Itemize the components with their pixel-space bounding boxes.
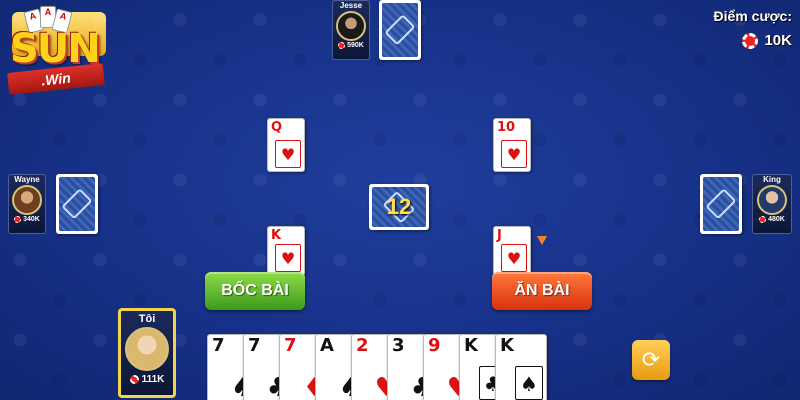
chip-icon [759,216,767,223]
table-card-top-left[interactable]: Q ♥ [267,118,305,172]
card-rank: 3 [392,335,405,356]
eat-card-button[interactable]: ĂN BÀI [492,272,592,310]
table-card-bottom-left[interactable]: K ♥ [267,226,305,276]
hand-card[interactable]: K ♠ [495,334,547,400]
player-money: 480K [768,216,785,223]
player-name: King [763,175,781,184]
avatar [757,185,787,215]
player-money: 590K [347,42,364,49]
bet-panel: Điểm cược: 10K [714,8,792,49]
card-suit: ♠ [515,366,543,400]
avatar [125,327,169,371]
avatar [12,185,42,215]
chip-icon [742,32,759,49]
player-name: Jesse [339,1,363,10]
avatar [336,11,366,41]
table-card-top-right[interactable]: 10 ♥ [493,118,531,172]
deck-count: 12 [386,194,412,219]
draw-card-button[interactable]: BỐC BÀI [205,272,305,310]
card-rank: A [320,335,334,356]
table-card-bottom-right[interactable]: J ♥ [493,226,531,276]
bet-amount: 10K [764,32,792,49]
card-rank: 2 [356,335,369,356]
player-name: Tôi [138,313,156,325]
card-suit: ♥ [275,244,301,272]
player-money: 340K [23,216,40,223]
card-rank: J [497,228,502,243]
bet-label: Điểm cược: [713,8,792,24]
card-rank: Q [271,120,283,135]
sunwin-logo: A A A SUN .Win [4,4,108,100]
chip-icon [14,216,22,223]
player-money: 111K [141,374,165,385]
card-rank: K [500,335,514,356]
card-suit: ♥ [275,140,301,168]
card-suit: ♥ [501,140,527,168]
card-rank: 7 [284,335,297,356]
player-name: Wayne [14,175,40,184]
card-back [700,174,742,234]
card-rank: 9 [428,335,441,356]
sort-button[interactable]: ⟳ [632,340,670,380]
card-rank: K [271,228,282,243]
card-back [56,174,98,234]
player-me[interactable]: Tôi 111K [118,308,176,398]
card-back [379,0,421,60]
card-rank: K [464,335,478,356]
card-suit: ♥ [501,244,527,272]
player-top[interactable]: Jesse 590K [332,0,370,60]
card-rank: 7 [248,335,261,356]
card-rank: 7 [212,335,225,356]
card-rank: 10 [497,120,516,135]
player-right[interactable]: King 480K [752,174,792,234]
chip-icon [338,42,346,49]
chip-icon [129,375,139,384]
draw-deck[interactable]: 12 [369,184,429,230]
arrow-down-icon [537,236,547,245]
player-left[interactable]: Wayne 340K [8,174,46,234]
refresh-icon: ⟳ [641,347,661,372]
